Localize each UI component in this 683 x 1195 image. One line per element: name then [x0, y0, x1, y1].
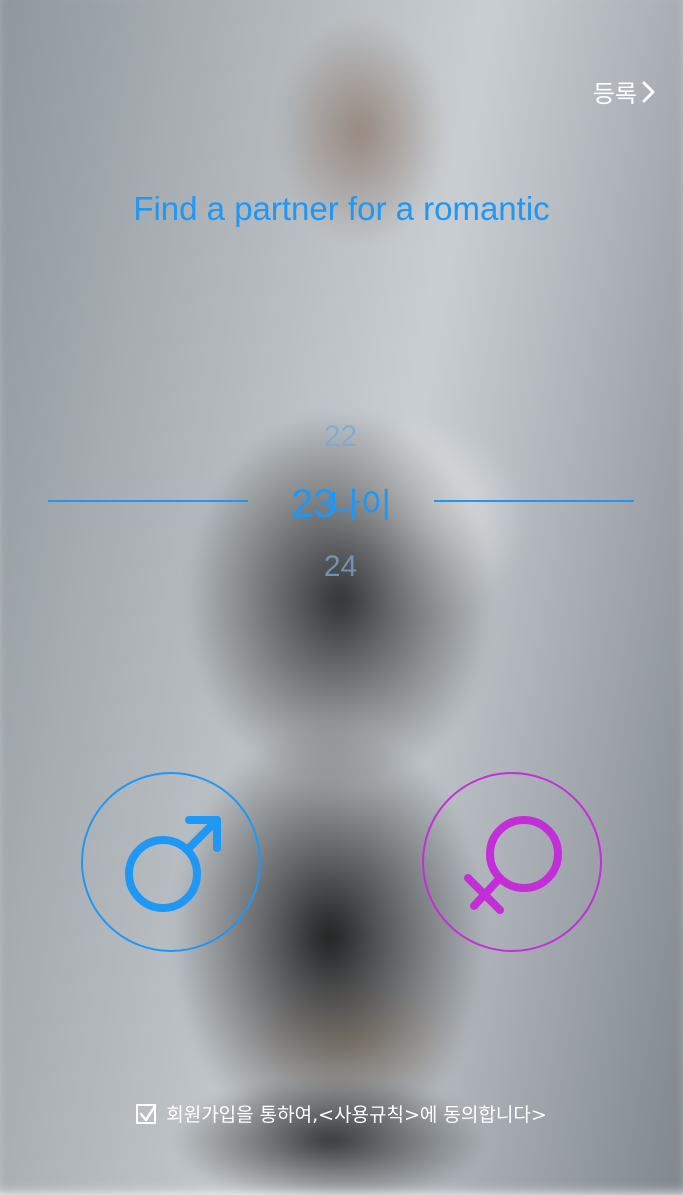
register-label: 등록	[592, 80, 637, 108]
checkmark-icon	[139, 1104, 157, 1121]
age-option-selected[interactable]: 23나이	[0, 478, 683, 527]
terms-agreement: 회원가입을 통하여,<사용규칙>에 동의합니다>	[0, 1100, 683, 1127]
picker-divider-right	[434, 500, 634, 502]
register-button[interactable]: 등록	[593, 74, 657, 109]
page-title: Find a partner for a romantic	[133, 190, 550, 227]
age-option-previous[interactable]: 22	[0, 420, 683, 454]
terms-checkbox[interactable]	[136, 1103, 157, 1124]
age-option-next[interactable]: 24	[0, 550, 683, 584]
female-icon	[464, 816, 562, 914]
age-picker[interactable]: 22 23나이 24	[0, 410, 683, 600]
female-button[interactable]	[422, 772, 602, 952]
male-icon	[125, 816, 221, 912]
terms-text[interactable]: 회원가입을 통하여,<사용규칙>에 동의합니다>	[166, 1100, 547, 1127]
age-unit: 나이	[329, 487, 393, 525]
chevron-right-icon	[642, 81, 655, 102]
male-button[interactable]	[81, 772, 261, 952]
